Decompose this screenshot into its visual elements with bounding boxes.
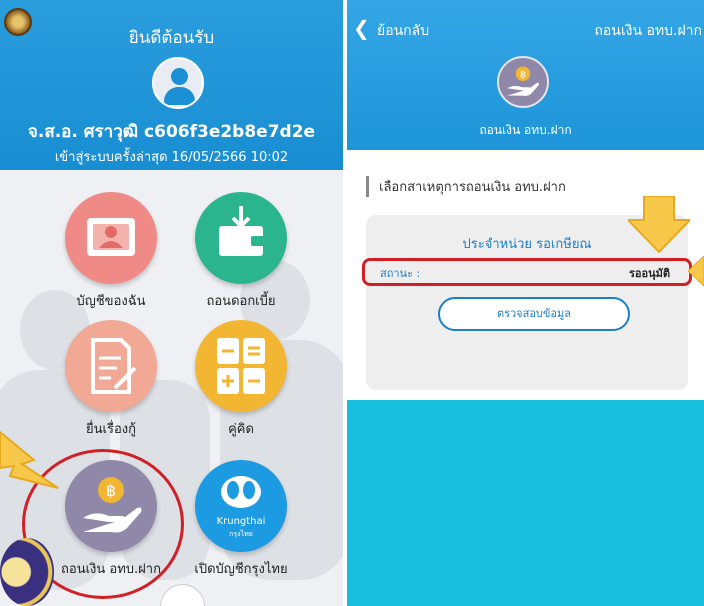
krungthai-logo-subtext: กรุงไทย <box>229 530 253 538</box>
last-login: เข้าสู่ระบบครั้งล่าสุด 16/05/2566 10:02 <box>54 150 289 165</box>
krungthai-logo-icon: Krungthai กรุงไทย <box>195 460 287 552</box>
menu-calculator[interactable]: คู่คิด <box>176 320 306 439</box>
menu-loan-request[interactable]: ยื่นเรื่องกู้ <box>46 320 176 439</box>
back-button[interactable]: ย้อนกลับ <box>377 20 429 42</box>
home-screen: ยินดีต้อนรับ จ.ส.อ. ศราวุฒิ c606f3e2b8e7… <box>0 0 343 606</box>
status-highlight-box <box>362 258 692 286</box>
menu-open-krungthai[interactable]: Krungthai กรุงไทย เปิดบัญชีกรุงไทย <box>176 460 306 579</box>
baht-coin-hand-icon: ฿ <box>497 56 549 108</box>
wallet-icon <box>195 192 287 284</box>
svg-text:฿: ฿ <box>520 69 526 80</box>
document-edit-icon <box>65 320 157 412</box>
down-arrow-icon <box>628 196 690 254</box>
menu-open-krungthai-label: เปิดบัญชีกรุงไทย <box>194 562 288 577</box>
back-chevron-icon[interactable]: ❮ <box>353 18 370 38</box>
avatar[interactable] <box>152 57 204 109</box>
menu-withdraw-interest[interactable]: ถอนดอกเบี้ย <box>176 192 306 311</box>
page-title: ถอนเงิน อทบ.ฝาก <box>594 23 702 39</box>
menu-loan-request-label: ยื่นเรื่องกู้ <box>86 422 136 437</box>
menu-calculator-label: คู่คิด <box>228 422 254 437</box>
welcome-title: ยินดีต้อนรับ <box>128 28 215 48</box>
check-info-button[interactable]: ตรวจสอบข้อมูล <box>438 297 630 331</box>
krungthai-logo-text: Krungthai <box>216 516 266 527</box>
reason-select[interactable]: เลือกสาเหตุการถอนเงิน อทบ.ฝาก <box>366 176 566 197</box>
withdraw-header: ❮ ย้อนกลับ ถอนเงิน อทบ.ฝาก ฿ ถอนเงิน อทบ… <box>347 0 704 150</box>
calculator-icon <box>195 320 287 412</box>
home-header: ยินดีต้อนรับ จ.ส.อ. ศราวุฒิ c606f3e2b8e7… <box>0 0 343 170</box>
menu-my-account[interactable]: บัญชีของฉัน <box>46 192 176 311</box>
withdraw-screen: ❮ ย้อนกลับ ถอนเงิน อทบ.ฝาก ฿ ถอนเงิน อทบ… <box>347 0 704 606</box>
header-caption: ถอนเงิน อทบ.ฝาก <box>479 123 572 137</box>
emblem-seal-icon <box>0 538 54 606</box>
menu-withdraw-interest-label: ถอนดอกเบี้ย <box>206 294 276 309</box>
id-card-icon <box>65 192 157 284</box>
left-arrow-icon <box>688 256 704 286</box>
menu-my-account-label: บัญชีของฉัน <box>76 294 146 309</box>
pointer-arrow-icon <box>0 430 59 489</box>
user-name: จ.ส.อ. ศราวุฒิ c606f3e2b8e7d2e <box>27 122 316 142</box>
